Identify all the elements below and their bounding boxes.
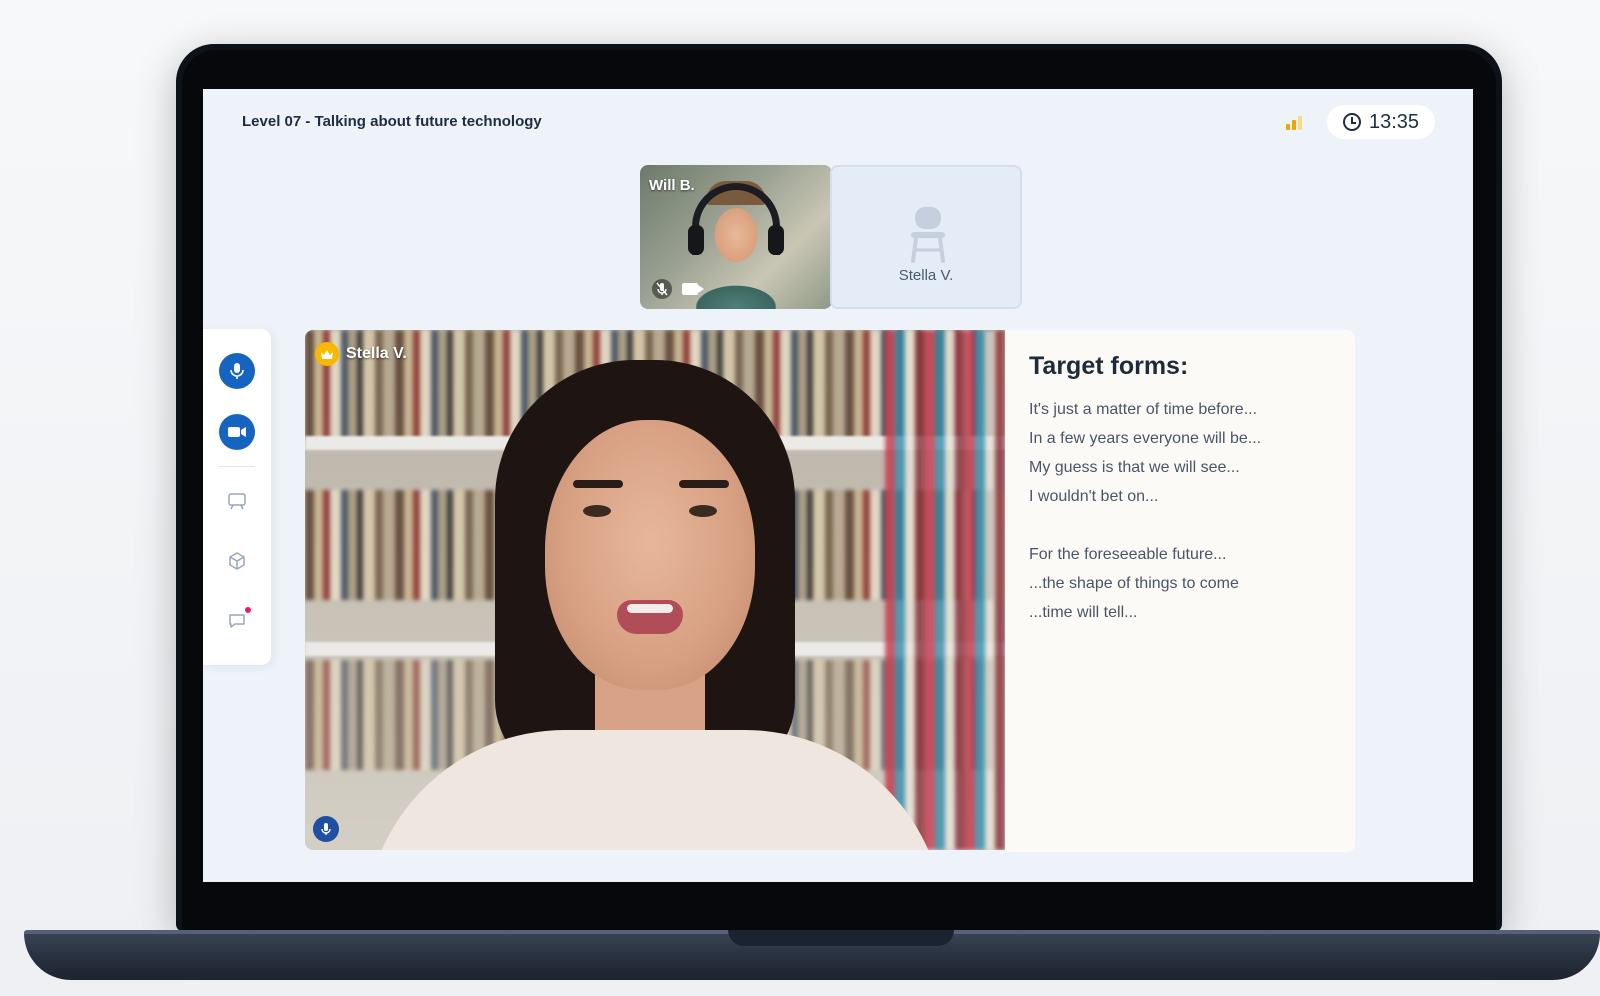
microphone-button[interactable]	[219, 353, 255, 389]
whiteboard-icon	[228, 493, 246, 510]
notification-dot	[245, 607, 251, 613]
target-form-line: I wouldn't bet on...	[1029, 488, 1159, 505]
cube-icon	[229, 552, 245, 570]
target-forms-panel: Target forms: It's just a matter of time…	[1005, 330, 1355, 852]
speaker-label: Stella V.	[315, 342, 407, 366]
target-form-line: My guess is that we will see...	[1029, 459, 1240, 476]
camera-on-icon	[682, 283, 704, 295]
clock-icon	[1342, 113, 1361, 131]
target-form-line: ...time will tell...	[1029, 604, 1138, 621]
app-screen: Level 07 - Talking about future technolo…	[203, 89, 1473, 882]
target-form-line: It's just a matter of time before...	[1029, 401, 1258, 418]
laptop-notch	[728, 930, 954, 946]
stage: Level 07 - Talking about future technolo…	[0, 0, 1600, 996]
participant-tile-will[interactable]: Will B.	[640, 165, 832, 309]
speaker-mic-icon	[313, 816, 339, 842]
microphone-icon	[230, 363, 244, 379]
main-video[interactable]: Stella V.	[305, 330, 1005, 850]
target-form-line: In a few years everyone will be...	[1029, 430, 1262, 447]
chair-icon	[911, 207, 945, 263]
whiteboard-button[interactable]	[219, 483, 255, 519]
target-form-line: For the foreseeable future...	[1029, 546, 1227, 563]
signal-strength-icon	[1286, 116, 1308, 130]
chat-button[interactable]	[219, 603, 255, 639]
participant-name: Stella V.	[898, 267, 954, 284]
crown-icon	[315, 342, 339, 366]
panel-title: Target forms:	[1029, 352, 1189, 380]
camera-icon	[228, 427, 246, 437]
timer-value: 13:35	[1368, 110, 1420, 133]
speaker-video-feed	[305, 330, 1005, 850]
chat-icon	[229, 614, 245, 628]
materials-button[interactable]	[219, 543, 255, 579]
speaker-name: Stella V.	[346, 345, 407, 362]
side-toolbar	[203, 329, 271, 665]
headphones	[692, 183, 780, 255]
camera-button[interactable]	[219, 414, 255, 450]
mic-muted-icon	[652, 279, 672, 299]
participant-tile-stella[interactable]: Stella V.	[830, 165, 1022, 309]
participant-name: Will B.	[649, 177, 695, 194]
timer-badge: 13:35	[1327, 105, 1435, 139]
lesson-title: Level 07 - Talking about future technolo…	[242, 113, 542, 130]
target-form-line: ...the shape of things to come	[1029, 575, 1239, 592]
